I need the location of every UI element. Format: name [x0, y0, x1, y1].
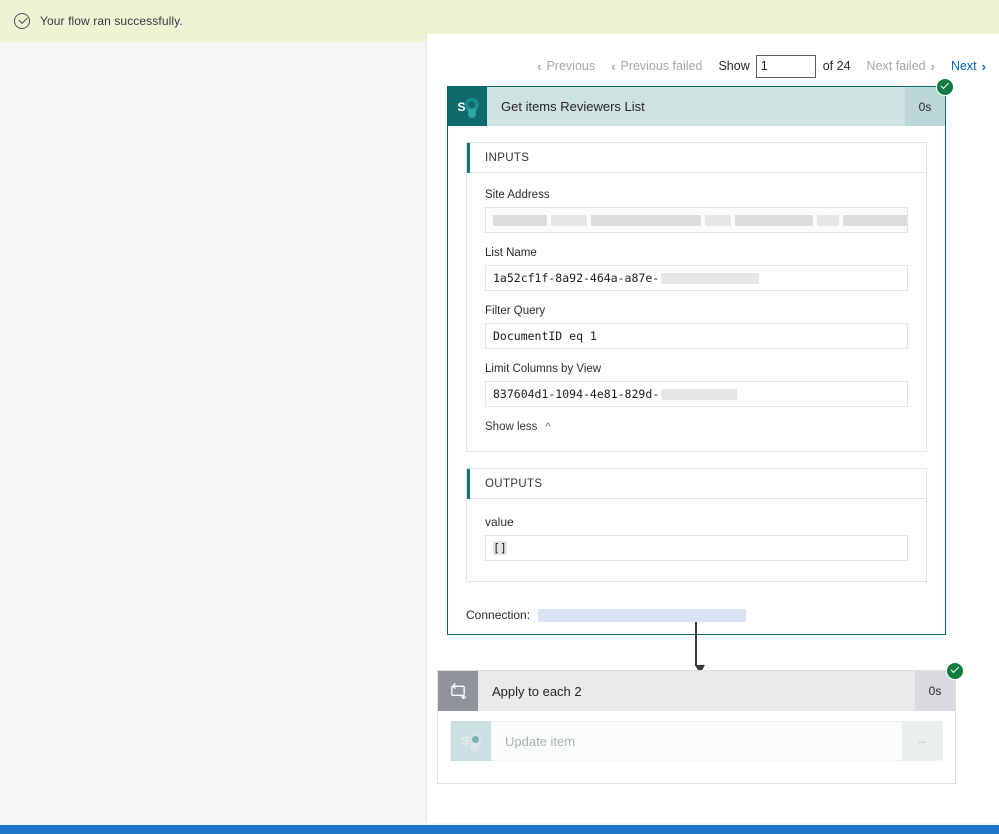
run-details-panel: ‹ Previous ‹ Previous failed Show of 24 … — [426, 34, 999, 823]
field-value-redacted[interactable] — [485, 207, 908, 233]
update-item-title: Update item — [505, 733, 576, 749]
redaction-blocks — [493, 214, 907, 226]
chevron-left-icon: ‹ — [611, 58, 616, 74]
field-label: Limit Columns by View — [485, 363, 602, 375]
previous-failed-button[interactable]: ‹ Previous failed — [611, 59, 702, 73]
previous-failed-button-label: Previous failed — [620, 59, 703, 73]
field-filter-query: Filter Query DocumentID eq 1 — [485, 305, 908, 349]
outputs-section: OUTPUTS value [] — [466, 468, 927, 582]
next-failed-button[interactable]: Next failed › — [867, 59, 935, 73]
field-value-text: 837604d1-1094-4e81-829d- — [493, 387, 660, 401]
next-button-label: Next — [950, 59, 977, 73]
show-page-input[interactable] — [755, 54, 816, 78]
chevron-right-icon: › — [930, 58, 935, 74]
inputs-section-header: INPUTS — [467, 143, 926, 173]
field-value-filter-query[interactable]: DocumentID eq 1 — [485, 323, 908, 349]
previous-button-label: Previous — [546, 59, 596, 73]
action-card-title: Get items Reviewers List — [501, 99, 645, 114]
field-value-limit-columns[interactable]: 837604d1-1094-4e81-829d- — [485, 381, 908, 407]
pagination-bar: ‹ Previous ‹ Previous failed Show of 24 … — [427, 52, 999, 80]
green-check-badge-icon — [936, 78, 954, 96]
action-card-header[interactable]: S Get items Reviewers List 0s — [448, 78, 954, 126]
field-value-list-name[interactable]: 1a52cf1f-8a92-464a-a87e- — [485, 265, 908, 291]
show-less-button[interactable]: Show less ^ — [485, 421, 908, 433]
inputs-section: INPUTS Site Address List Name 1a52cf1f-8… — [466, 142, 927, 452]
loop-icon — [438, 671, 478, 711]
field-label: Site Address — [485, 189, 550, 201]
field-output-value: value [] — [485, 515, 908, 561]
check-circle-icon — [14, 13, 30, 29]
next-button[interactable]: Next › — [951, 59, 986, 73]
field-value-text: [] — [493, 541, 507, 555]
chevron-left-icon: ‹ — [537, 58, 542, 74]
scope-card-body: S Update item -- — [438, 711, 955, 783]
field-value-output[interactable]: [] — [485, 535, 908, 561]
chevron-up-icon: ^ — [545, 421, 551, 433]
update-item-duration: -- — [902, 721, 942, 761]
bottom-taskbar-strip — [0, 825, 999, 834]
sharepoint-icon: S — [448, 87, 487, 126]
previous-button[interactable]: ‹ Previous — [537, 59, 595, 73]
show-less-label: Show less — [485, 421, 538, 433]
field-label: value — [485, 515, 514, 529]
outputs-section-body: value [] — [467, 499, 926, 581]
green-check-badge-icon — [946, 662, 964, 680]
connection-value-redacted[interactable] — [538, 608, 747, 622]
run-history-page: Your flow ran successfully. ‹ Previous ‹… — [0, 0, 999, 834]
outputs-section-title: OUTPUTS — [485, 477, 543, 490]
action-card-get-items[interactable]: S Get items Reviewers List 0s INPUTS Sit… — [447, 78, 954, 635]
scope-card-header[interactable]: Apply to each 2 0s — [438, 662, 964, 711]
show-label: Show — [718, 59, 750, 73]
field-list-name: List Name 1a52cf1f-8a92-464a-a87e- — [485, 247, 908, 291]
scope-card-apply-to-each[interactable]: Apply to each 2 0s S Update item -- — [437, 662, 964, 784]
field-label: Filter Query — [485, 305, 546, 317]
action-card-body: INPUTS Site Address List Name 1a52cf1f-8… — [448, 126, 945, 582]
field-limit-columns-by-view: Limit Columns by View 837604d1-1094-4e81… — [485, 363, 908, 407]
success-banner-message: Your flow ran successfully. — [40, 14, 183, 28]
action-card-update-item[interactable]: S Update item -- — [450, 721, 943, 761]
total-pages-label: of 24 — [822, 59, 851, 73]
chevron-right-icon: › — [981, 58, 986, 74]
inputs-section-body: Site Address List Name 1a52cf1f-8a92-464… — [467, 173, 926, 451]
field-label: List Name — [485, 247, 537, 259]
field-value-text: DocumentID eq 1 — [493, 329, 597, 343]
connection-label: Connection: — [466, 608, 531, 622]
field-value-text: 1a52cf1f-8a92-464a-a87e- — [493, 271, 660, 285]
scope-card-title: Apply to each 2 — [492, 683, 582, 699]
sharepoint-icon: S — [451, 721, 491, 761]
outputs-section-header: OUTPUTS — [467, 469, 926, 499]
next-failed-button-label: Next failed — [866, 59, 926, 73]
inputs-section-title: INPUTS — [485, 151, 530, 164]
field-site-address: Site Address — [485, 189, 908, 233]
down-arrow-icon — [695, 622, 705, 676]
